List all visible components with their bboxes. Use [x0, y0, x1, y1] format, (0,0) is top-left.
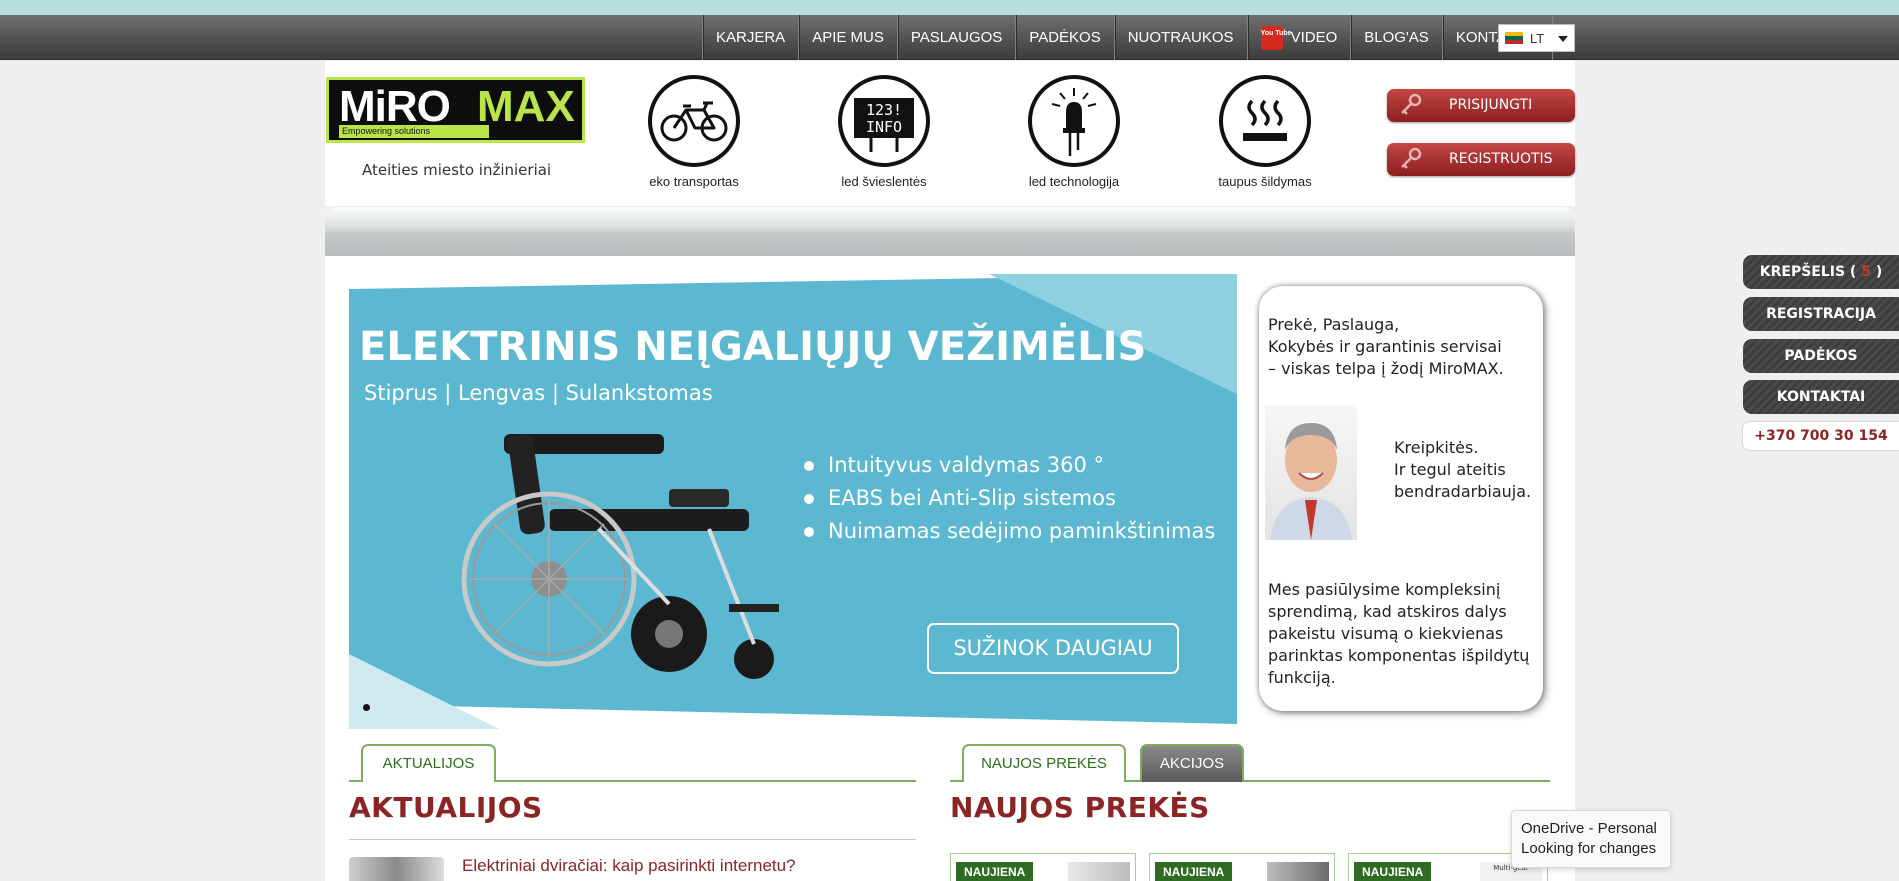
nav-item-label: BLOG'AS — [1364, 29, 1429, 46]
led-board-text-top: 123! — [866, 101, 902, 119]
side-contacts-button[interactable]: KONTAKTAI — [1743, 380, 1899, 414]
news-tab-bar: AKTUALIJOS — [349, 744, 916, 782]
news-item-link[interactable]: Elektriniai dviračiai: kaip pasirinkti i… — [462, 856, 796, 876]
onedrive-notification[interactable]: OneDrive - Personal Looking for changes — [1511, 810, 1671, 868]
top-navigation-bar: KARJERA APIE MUS PASLAUGOS PADĖKOS NUOTR… — [0, 15, 1899, 60]
banner-features: Intuityvus valdymas 360 ° EABS bei Anti-… — [804, 449, 1215, 548]
chevron-down-icon — [1558, 36, 1568, 42]
led-bulb-icon — [1028, 75, 1120, 167]
tab-aktualijos[interactable]: AKTUALIJOS — [361, 744, 496, 782]
cart-label: KREPŠELIS ( — [1759, 264, 1857, 280]
new-badge: NAUJIENA — [1155, 862, 1233, 881]
category-label: led švieslentės — [841, 174, 927, 189]
side-thanks-button[interactable]: PADĖKOS — [1743, 339, 1899, 373]
product-image — [1267, 862, 1329, 881]
youtube-icon: You Tube — [1260, 25, 1291, 50]
banner-subtitle: Stiprus | Lengvas | Sulankstomas — [364, 381, 713, 405]
decorative-grey-bar — [325, 207, 1575, 256]
nav-item-label: VIDEO — [1290, 29, 1338, 46]
banner-title: ELEKTRINIS NEĮGALIŲJŲ VEŽIMĖLIS — [359, 324, 1147, 370]
hero-banner[interactable]: ELEKTRINIS NEĮGALIŲJŲ VEŽIMĖLIS Stiprus … — [349, 274, 1237, 729]
category-led-svieslentes[interactable]: 123! INFO led švieslentės — [819, 75, 949, 189]
notification-title: OneDrive - Personal — [1521, 820, 1657, 837]
cart-label-close: ) — [1875, 264, 1883, 280]
browser-top-strip — [0, 0, 1899, 15]
led-board-text-bottom: INFO — [866, 118, 902, 136]
language-value: LT — [1530, 30, 1545, 46]
nav-item-label: PASLAUGOS — [910, 29, 1003, 46]
products-tab-bar: NAUJOS PREKĖS AKCIJOS — [950, 744, 1550, 782]
intro-text-middle: Kreipkitės. Ir tegul ateitis bendradarbi… — [1394, 438, 1532, 501]
login-label: PRISIJUNGTI — [1449, 97, 1533, 113]
nav-item-label: PADĖKOS — [1029, 29, 1101, 46]
bullet-icon — [804, 527, 814, 537]
key-icon — [1401, 147, 1422, 169]
category-label: eko transportas — [649, 174, 739, 189]
news-divider — [349, 839, 916, 840]
tab-akcijos[interactable]: AKCIJOS — [1140, 744, 1244, 782]
banner-feature-text: Intuityvus valdymas 360 ° — [828, 453, 1104, 477]
site-header: MiRO MAX Empowering solutions Ateities m… — [325, 61, 1575, 206]
banner-feature-text: Nuimamas sedėjimo paminkštinimas — [828, 519, 1216, 543]
led-board-icon: 123! INFO — [838, 75, 930, 167]
nav-item-paslaugos[interactable]: PASLAUGOS — [896, 15, 1015, 60]
bicycle-icon — [648, 75, 740, 167]
register-label: REGISTRUOTIS — [1449, 151, 1553, 167]
category-label: led technologija — [1028, 174, 1120, 189]
nav-item-blogas[interactable]: BLOG'AS — [1350, 15, 1442, 60]
side-registration-button[interactable]: REGISTRACIJA — [1743, 297, 1899, 331]
product-card[interactable]: NAUJIENA — [950, 853, 1136, 881]
category-led-technologija[interactable]: led technologija — [1009, 75, 1139, 189]
new-badge: NAUJIENA — [1354, 862, 1432, 881]
intro-card: Prekė, Paslauga, Kokybės ir garantinis s… — [1259, 286, 1543, 711]
product-card[interactable]: NAUJIENA — [1149, 853, 1335, 881]
notification-status: Looking for changes — [1521, 840, 1657, 857]
site-slogan: Ateities miesto inžinieriai — [362, 161, 552, 179]
nav-menu: KARJERA APIE MUS PASLAUGOS PADĖKOS NUOTR… — [702, 15, 1553, 60]
cart-button[interactable]: KREPŠELIS ( 5 ) — [1743, 255, 1899, 289]
key-icon — [1401, 93, 1422, 115]
login-button[interactable]: PRISIJUNGTI — [1387, 89, 1575, 122]
intro-text-top: Prekė, Paslauga, Kokybės ir garantinis s… — [1268, 315, 1504, 378]
category-label: taupus šildymas — [1218, 174, 1312, 189]
nav-item-nuotraukos[interactable]: NUOTRAUKOS — [1113, 15, 1247, 60]
lithuania-flag-icon — [1505, 32, 1523, 44]
slider-dot[interactable] — [363, 704, 370, 711]
heating-icon — [1219, 75, 1311, 167]
category-eko-transportas[interactable]: eko transportas — [629, 75, 759, 189]
phone-number[interactable]: +370 700 30 154 — [1743, 422, 1899, 450]
products-section-title: NAUJOS PREKĖS — [950, 791, 1210, 824]
nav-item-padekos[interactable]: PADĖKOS — [1015, 15, 1113, 60]
miromax-logo[interactable]: MiRO MAX Empowering solutions — [326, 77, 585, 143]
intro-text-bottom: Mes pasiūlysime kompleksinį sprendimą, k… — [1268, 580, 1530, 687]
register-button[interactable]: REGISTRUOTIS — [1387, 143, 1575, 176]
bullet-icon — [804, 494, 814, 504]
consultant-photo — [1265, 405, 1357, 540]
bullet-icon — [804, 461, 814, 471]
banner-feature: Nuimamas sedėjimo paminkštinimas — [804, 515, 1215, 548]
news-section-title: AKTUALIJOS — [349, 791, 543, 824]
cart-count: 5 — [1861, 264, 1871, 280]
banner-feature: Intuityvus valdymas 360 ° — [804, 449, 1215, 482]
learn-more-button[interactable]: SUŽINOK DAUGIAU — [927, 623, 1179, 674]
nav-item-label: APIE MUS — [812, 29, 884, 46]
logo-tagline: Empowering solutions — [339, 125, 489, 138]
nav-item-video[interactable]: You Tube VIDEO — [1246, 15, 1351, 60]
product-image — [1068, 862, 1130, 881]
banner-feature-text: EABS bei Anti-Slip sistemos — [828, 486, 1116, 510]
category-taupus-sildymas[interactable]: taupus šildymas — [1200, 75, 1330, 189]
logo-text-max: MAX — [477, 82, 575, 131]
banner-feature: EABS bei Anti-Slip sistemos — [804, 482, 1215, 515]
nav-item-label: NUOTRAUKOS — [1127, 29, 1234, 46]
language-select[interactable]: LT — [1498, 24, 1575, 52]
nav-item-label: KARJERA — [716, 29, 786, 46]
nav-item-apie-mus[interactable]: APIE MUS — [798, 15, 897, 60]
new-badge: NAUJIENA — [956, 862, 1034, 881]
nav-item-karjera[interactable]: KARJERA — [702, 15, 798, 60]
tab-naujos-prekes[interactable]: NAUJOS PREKĖS — [962, 744, 1126, 782]
main-content: ELEKTRINIS NEĮGALIŲJŲ VEŽIMĖLIS Stiprus … — [325, 256, 1575, 881]
news-thumbnail[interactable] — [349, 857, 444, 881]
